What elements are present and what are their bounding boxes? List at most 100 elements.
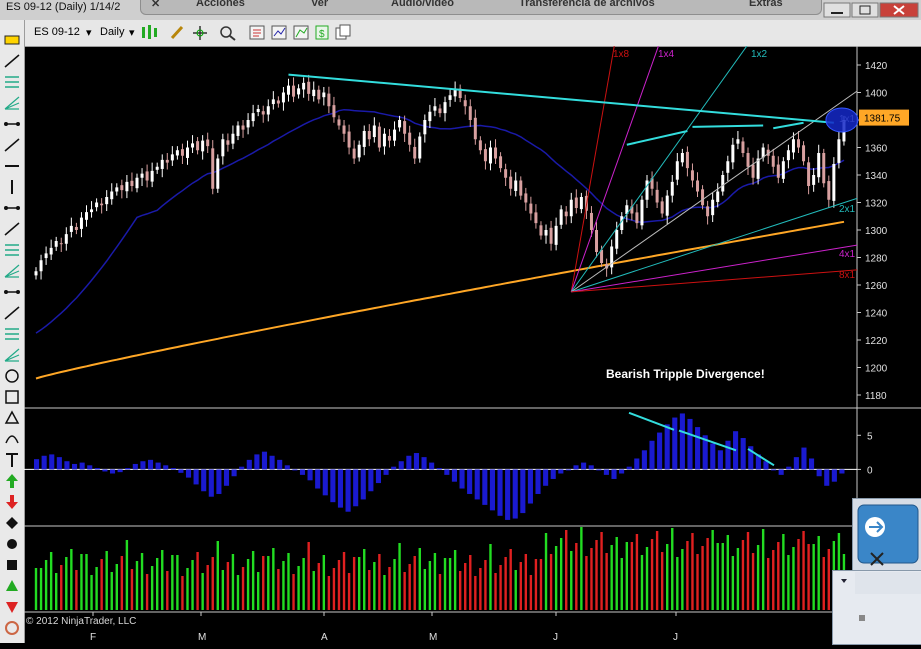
draw-tool-icon[interactable] [170,25,184,40]
fib-retracement-icon[interactable] [4,206,20,210]
candle-body [357,144,361,158]
square-icon[interactable] [7,560,17,570]
volume-bar [368,570,371,610]
extended-line-icon[interactable] [4,138,20,152]
bar-style-icon[interactable] [142,25,157,39]
restore-icon[interactable] [851,2,879,18]
triangle-icon[interactable] [4,410,20,424]
volume-bar [90,575,93,610]
price-tick-label: 1340 [865,171,888,182]
menu-audio-video[interactable]: Audio/vídeo [391,0,454,9]
fib-extension-icon[interactable] [4,222,20,236]
menu-close-icon[interactable]: ✕ [151,0,160,10]
oscillator-bar [64,461,70,470]
volume-bar [216,541,219,610]
text-icon[interactable] [6,453,18,467]
oscillator-bar [459,469,465,489]
interval-dropdown-icon[interactable]: ▾ [129,26,135,39]
minimize-icon[interactable] [823,2,851,18]
interval-selector[interactable]: Daily [100,26,124,38]
candle-body [786,150,790,161]
volume-bar [251,551,255,610]
volume-bar [777,542,780,610]
menu-acciones[interactable]: Acciones [196,0,245,9]
dot-icon[interactable] [7,539,17,549]
triangle-up-icon[interactable] [6,580,18,591]
candle-body [564,211,568,217]
data-box-icon[interactable]: $ [315,25,329,40]
candle-body [832,164,836,201]
oscillator-bar [330,469,336,503]
ellipse-icon[interactable] [5,369,19,383]
candle-body [448,95,452,100]
candle-body [544,230,548,236]
arrow-down-icon[interactable] [6,495,18,509]
copy-icon[interactable] [335,24,351,40]
andrews-pitchfork-icon[interactable] [4,290,20,294]
crosshair-icon[interactable] [193,26,207,40]
fib-circle-icon[interactable] [4,264,20,278]
candle-body [261,111,265,115]
oscillator-bar [611,469,617,479]
ray-icon[interactable] [4,122,20,126]
trend-channel-icon[interactable] [4,348,20,362]
candle-body [802,145,806,162]
price-tick-label: 1320 [865,199,888,210]
oscillator-bar [34,459,40,470]
instrument-dropdown-icon[interactable]: ▾ [86,26,92,39]
menu-ver[interactable]: Ver [311,0,328,9]
candle-body [726,161,730,173]
strategies-icon[interactable] [293,25,309,40]
diamond-icon[interactable] [6,517,18,529]
settings-icon[interactable] [5,621,19,635]
chart-area[interactable]: 1180 1200 1220 1240 1260 1280 1300 1320 1340 1360… [24,46,921,643]
candle-body [110,191,114,200]
volume-bar [625,542,629,610]
properties-icon[interactable] [249,25,265,40]
indicators-icon[interactable] [271,25,287,40]
candle-body [352,148,356,159]
menu-transferencia[interactable]: Transferencia de archivos [519,0,655,9]
volume-bar [504,557,507,610]
candle-body [685,151,689,169]
volume-bar [458,571,462,610]
window-title: ES 09-12 (Daily) 1/14/2 [6,1,121,13]
instrument-selector[interactable]: ES 09-12 [34,26,80,38]
candle-body [807,162,811,186]
candle-body [266,106,270,115]
gann-fan-icon[interactable] [4,306,20,320]
candle-body [140,173,144,178]
oscillator-bar [581,462,587,470]
volume-bar [650,539,654,610]
menu-extras[interactable]: Extras [749,0,783,9]
candle-body [670,181,674,196]
zoom-icon[interactable] [220,26,236,41]
oscillator-bar [489,469,495,511]
rectangle-icon[interactable] [5,390,19,404]
volume-bar [610,545,613,610]
volume-bar [337,560,341,610]
oscillator-bar [178,469,184,473]
volume-bar [787,555,790,610]
fib-time-icon[interactable] [5,244,19,256]
candle-body [34,271,38,276]
volume-bar [352,557,356,610]
line-icon[interactable] [4,96,20,110]
candle-body [827,181,831,200]
ruler-icon[interactable] [4,35,20,45]
candle-body [322,92,326,98]
arrow-up-icon[interactable] [6,474,18,488]
risk-reward-icon[interactable] [4,54,20,68]
panel-close-icon[interactable] [867,549,887,569]
candle-body [115,187,119,192]
volume-bar [312,571,315,610]
volume-bar [95,567,98,610]
price-range-icon[interactable] [5,76,19,88]
triangle-down-icon[interactable] [6,602,18,613]
volume-bar [615,537,618,610]
arc-icon[interactable] [5,435,19,444]
oscillator-bar [725,440,731,470]
oscillator-bar [345,469,351,512]
regression-channel-icon[interactable] [5,328,19,340]
volume-bar [262,556,265,610]
